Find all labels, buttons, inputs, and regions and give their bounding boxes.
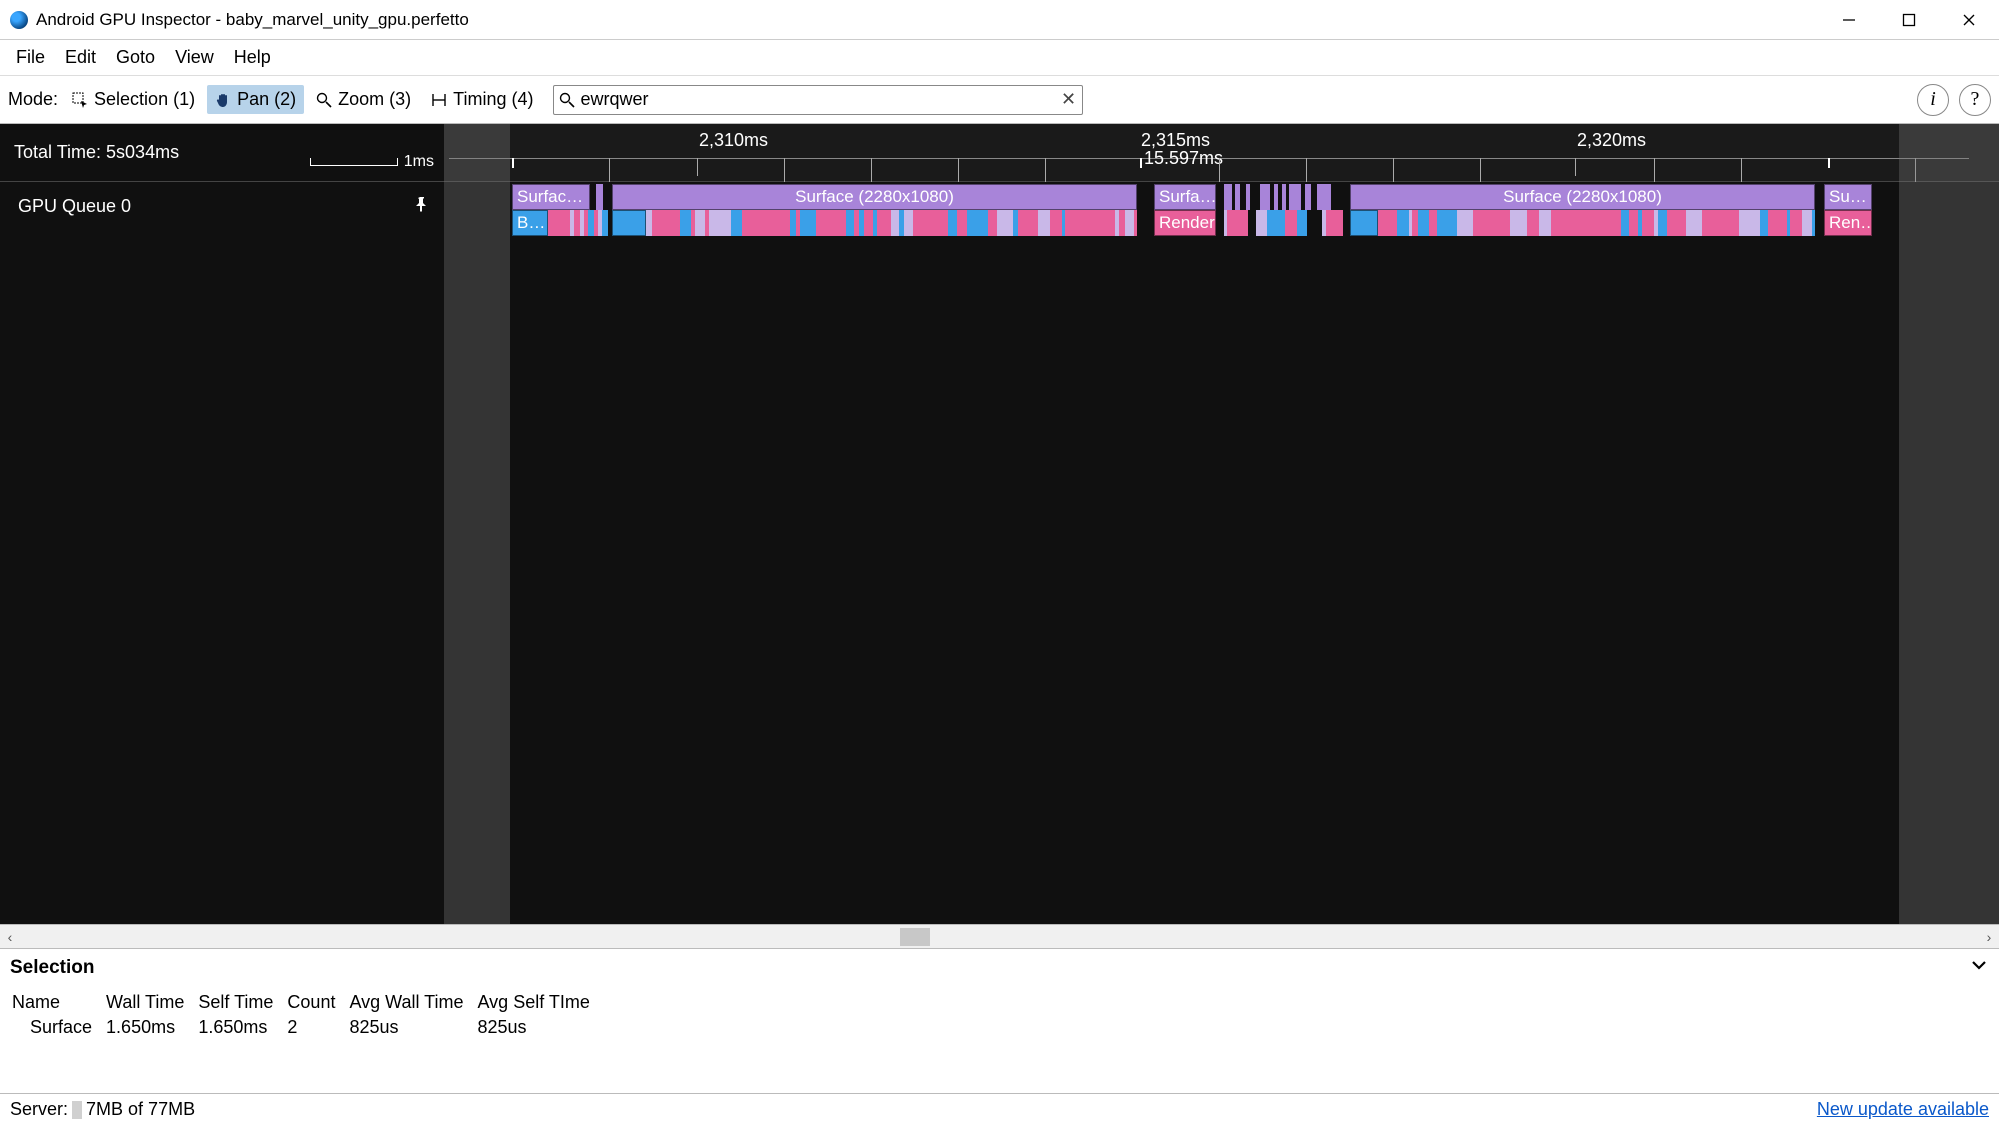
slice-surface[interactable]: Surfa… — [1154, 184, 1216, 210]
mode-pan-label: Pan (2) — [237, 89, 296, 110]
search-input[interactable] — [580, 89, 1054, 110]
scroll-left-icon[interactable]: ‹ — [0, 929, 20, 945]
memory-meter — [72, 1101, 82, 1119]
scroll-right-icon[interactable]: › — [1979, 929, 1999, 945]
maximize-button[interactable] — [1879, 0, 1939, 40]
menu-help[interactable]: Help — [224, 43, 281, 72]
help-button[interactable]: ? — [1959, 84, 1991, 116]
timeline[interactable]: Total Time: 5s034ms 1ms 2,310ms 2,315ms … — [0, 124, 1999, 924]
slice-group[interactable] — [1218, 210, 1348, 236]
col-count[interactable]: Count — [285, 990, 347, 1015]
cell-name: Surface — [10, 1015, 104, 1040]
ruler-tick-label: 2,320ms — [1577, 130, 1646, 151]
search-icon — [554, 92, 580, 108]
selection-header: Selection — [0, 948, 1999, 986]
mode-pan[interactable]: Pan (2) — [207, 85, 304, 114]
chevron-down-icon[interactable] — [1969, 955, 1989, 981]
update-link[interactable]: New update available — [1817, 1099, 1989, 1120]
info-button[interactable]: i — [1917, 84, 1949, 116]
track-name: GPU Queue 0 — [18, 196, 131, 217]
server-value: 7MB of 77MB — [86, 1099, 195, 1120]
mode-selection-label: Selection (1) — [94, 89, 195, 110]
selection-title: Selection — [10, 957, 94, 979]
slice-render[interactable]: B… — [512, 210, 548, 236]
mode-selection[interactable]: Selection (1) — [64, 85, 203, 114]
titlebar: Android GPU Inspector - baby_marvel_unit… — [0, 0, 1999, 40]
slice-group[interactable] — [646, 210, 1137, 236]
table-header-row: Name Wall Time Self Time Count Avg Wall … — [10, 990, 602, 1015]
cell-wall: 1.650ms — [104, 1015, 196, 1040]
frame-duration: 15.597ms — [1144, 148, 1223, 169]
mode-timing-label: Timing (4) — [453, 89, 533, 110]
timing-icon — [431, 92, 447, 108]
selection-table: Name Wall Time Self Time Count Avg Wall … — [0, 986, 1999, 1050]
slice-surface[interactable]: Surface (2280x1080) — [1350, 184, 1815, 210]
track-area[interactable]: Surfac… Surface (2280x1080) Surfa… — [444, 182, 1999, 924]
mode-timing[interactable]: Timing (4) — [423, 85, 541, 114]
server-label: Server: — [10, 1099, 68, 1120]
app-icon — [10, 11, 28, 29]
track-panel: GPU Queue 0 — [0, 182, 444, 924]
hand-icon — [215, 92, 231, 108]
clear-icon[interactable]: ✕ — [1054, 89, 1082, 110]
toolbar: Mode: Selection (1) Pan (2) Zoom (3) Tim… — [0, 76, 1999, 124]
slice-surface[interactable]: Su… — [1824, 184, 1872, 210]
selection-icon — [72, 92, 88, 108]
col-name[interactable]: Name — [10, 990, 104, 1015]
timeline-header: Total Time: 5s034ms 1ms 2,310ms 2,315ms … — [0, 124, 1999, 182]
pin-icon[interactable] — [414, 196, 430, 217]
col-wall[interactable]: Wall Time — [104, 990, 196, 1015]
menu-edit[interactable]: Edit — [55, 43, 106, 72]
close-button[interactable] — [1939, 0, 1999, 40]
total-time: Total Time: 5s034ms — [14, 142, 179, 163]
scroll-thumb[interactable] — [900, 928, 930, 946]
slice-render[interactable]: Render — [1154, 210, 1216, 236]
ruler-tick-label: 2,310ms — [699, 130, 768, 151]
cell-self: 1.650ms — [196, 1015, 285, 1040]
slice-gap[interactable] — [603, 184, 611, 210]
slice-surface[interactable]: Surface (2280x1080) — [612, 184, 1137, 210]
slice-group[interactable] — [1218, 184, 1348, 210]
status-bar: Server: 7MB of 77MB New update available — [0, 1093, 1999, 1125]
mode-zoom[interactable]: Zoom (3) — [308, 85, 419, 114]
menu-view[interactable]: View — [165, 43, 224, 72]
menu-goto[interactable]: Goto — [106, 43, 165, 72]
zoom-icon — [316, 92, 332, 108]
mode-zoom-label: Zoom (3) — [338, 89, 411, 110]
cell-count: 2 — [285, 1015, 347, 1040]
slice-group[interactable] — [1378, 210, 1815, 236]
col-avgw[interactable]: Avg Wall Time — [347, 990, 475, 1015]
menu-file[interactable]: File — [6, 43, 55, 72]
slice-render[interactable]: Ren… — [1824, 210, 1872, 236]
mode-label: Mode: — [8, 89, 58, 110]
slice-render[interactable] — [612, 210, 646, 236]
slice-surface[interactable]: Surfac… — [512, 184, 590, 210]
col-avgs[interactable]: Avg Self TIme — [476, 990, 602, 1015]
slice-group[interactable] — [548, 210, 608, 236]
table-row[interactable]: Surface 1.650ms 1.650ms 2 825us 825us — [10, 1015, 602, 1040]
cell-avgw: 825us — [347, 1015, 475, 1040]
timeline-scrollbar[interactable]: ‹ › — [0, 924, 1999, 948]
minimize-button[interactable] — [1819, 0, 1879, 40]
time-ruler[interactable]: 2,310ms 2,315ms 2,320ms 15.597ms — [444, 124, 1999, 182]
slice-render[interactable] — [1350, 210, 1378, 236]
search-box[interactable]: ✕ — [553, 85, 1083, 115]
cell-avgs: 825us — [476, 1015, 602, 1040]
time-scale: 1ms — [310, 153, 434, 171]
window-title: Android GPU Inspector - baby_marvel_unit… — [36, 10, 469, 30]
col-self[interactable]: Self Time — [196, 990, 285, 1015]
menubar: File Edit Goto View Help — [0, 40, 1999, 76]
